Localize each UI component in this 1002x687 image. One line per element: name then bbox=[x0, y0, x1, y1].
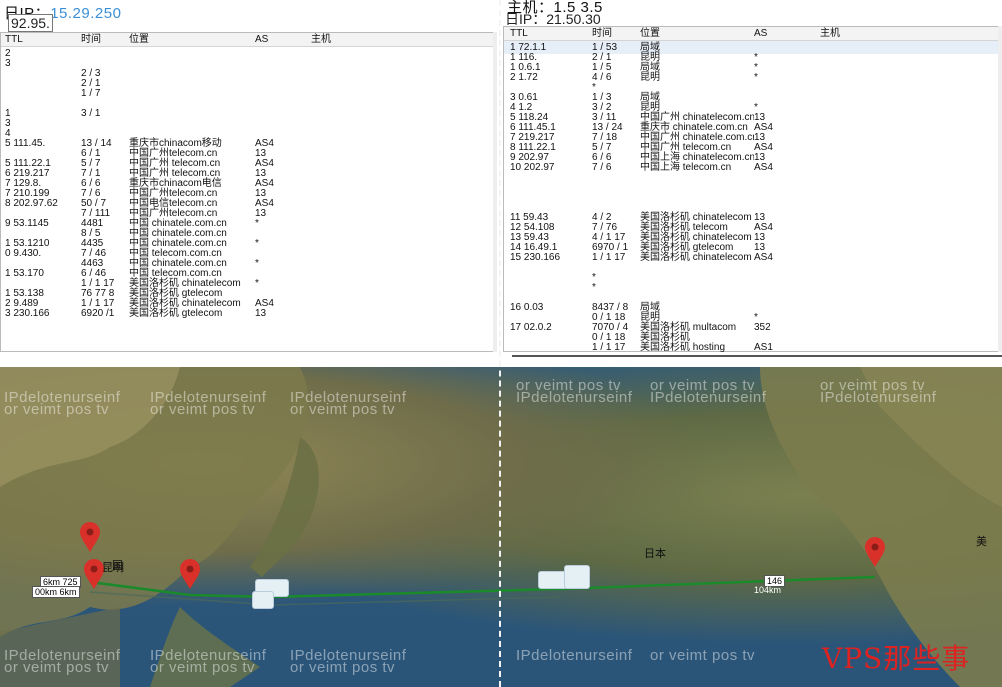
location-cell: 美国洛杉矶 hosting bbox=[640, 342, 726, 352]
map-place-label: 国 bbox=[112, 560, 123, 572]
route-map[interactable]: IPdelotenurseinf or veimt pos tv IPdelot… bbox=[0, 367, 1002, 687]
col-host[interactable]: 主机 bbox=[820, 27, 880, 40]
col-as[interactable]: AS bbox=[754, 27, 810, 40]
table-header: ΤΤL 时间 位置 AS 主机 bbox=[504, 27, 1002, 41]
col-location[interactable]: 位置 bbox=[129, 33, 253, 46]
col-time[interactable]: 时间 bbox=[81, 33, 127, 46]
right-hop-table: ΤΤL 时间 位置 AS 主机 1 72.1.1 1 / 53 局域 1 116. 2 … bbox=[503, 26, 1002, 352]
brand-watermark: VPS那些事 bbox=[822, 642, 971, 675]
as-cell: AS1 bbox=[754, 342, 773, 352]
location-pin-icon[interactable] bbox=[84, 559, 104, 589]
traceroute-panel-right: 主机：1.5 3.5 日IP：21.50.30 ΤΤL 时间 位置 AS 主机 … bbox=[503, 0, 1002, 352]
table-header: ΤΤL 时间 位置 AS 主机 bbox=[1, 33, 497, 47]
time-cell: 1 / 1 17 bbox=[592, 342, 626, 352]
distance-label: 104km bbox=[754, 585, 782, 595]
location-pin-icon[interactable] bbox=[865, 537, 885, 567]
distance-label: 00km 6km bbox=[32, 586, 80, 598]
col-ttl[interactable]: ΤΤL bbox=[510, 27, 588, 40]
location-pin-icon[interactable] bbox=[80, 522, 100, 552]
col-location[interactable]: 位置 bbox=[640, 27, 754, 40]
left-title-value: 15.29.250 bbox=[50, 5, 122, 22]
table-row[interactable] bbox=[1, 347, 497, 352]
col-host[interactable]: 主机 bbox=[311, 33, 371, 46]
right-scrollbar[interactable] bbox=[998, 26, 1002, 352]
right-panel-separator bbox=[512, 355, 1002, 357]
col-time[interactable]: 时间 bbox=[592, 27, 636, 40]
col-as[interactable]: AS bbox=[255, 33, 305, 46]
map-place-label: 美 bbox=[976, 536, 987, 548]
table-row[interactable]: 1 / 1 17 美国洛杉矶 hosting AS1 bbox=[504, 341, 1002, 352]
map-place-label: 日本 bbox=[644, 548, 666, 560]
col-ttl[interactable]: ΤΤL bbox=[5, 33, 83, 46]
hop-cluster-chip[interactable] bbox=[564, 565, 590, 589]
route-line-secondary bbox=[89, 591, 561, 606]
left-hop-table: ΤΤL 时间 位置 AS 主机 232 / 32 / 11 / 713 / 13… bbox=[0, 32, 497, 352]
left-subtitle: 92.95. bbox=[8, 14, 53, 32]
dashed-divider bbox=[499, 0, 501, 687]
location-pin-icon[interactable] bbox=[180, 559, 200, 589]
traceroute-panel-left: 日IP：15.29.250 92.95. ΤΤL 时间 位置 AS 主机 232… bbox=[0, 0, 497, 352]
hop-cluster-chip[interactable] bbox=[252, 591, 274, 609]
